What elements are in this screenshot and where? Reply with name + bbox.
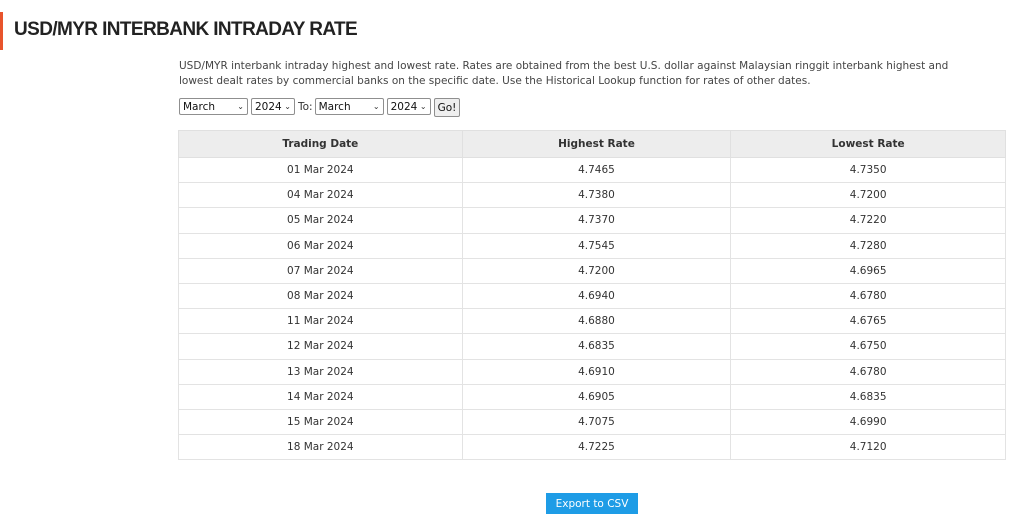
trading-date-cell: 04 Mar 2024 (178, 182, 463, 209)
table-row: 15 Mar 2024 4.7075 4.6990 (178, 408, 1006, 436)
highest-rate-cell: 4.6910 (461, 358, 732, 385)
lowest-rate-cell: 4.6780 (730, 358, 1006, 385)
table-row: 11 Mar 2024 4.6880 4.6765 (178, 308, 1006, 335)
to-month-value: March (318, 100, 351, 113)
trading-date-cell: 15 Mar 2024 (178, 408, 463, 436)
highest-rate-cell: 4.6835 (461, 333, 732, 360)
highest-rate-cell: 4.7200 (461, 257, 732, 284)
lowest-rate-cell: 4.6780 (730, 282, 1006, 310)
to-year-select[interactable]: 2024 ⌄ (386, 98, 431, 115)
lowest-rate-cell: 4.7220 (730, 207, 1006, 234)
highest-rate-cell: 4.7465 (461, 156, 732, 184)
chevron-down-icon: ⌄ (237, 102, 244, 111)
export-csv-button[interactable]: Export to CSV (546, 493, 638, 514)
trading-date-cell: 18 Mar 2024 (178, 434, 463, 461)
from-month-select[interactable]: March ⌄ (179, 98, 248, 115)
table-row: 06 Mar 2024 4.7545 4.7280 (178, 232, 1006, 259)
trading-date-cell: 12 Mar 2024 (178, 333, 463, 360)
table-row: 13 Mar 2024 4.6910 4.6780 (178, 358, 1006, 385)
table-header-row: Trading Date Highest Rate Lowest Rate (178, 130, 1006, 158)
header-trading-date: Trading Date (178, 130, 463, 158)
trading-date-cell: 14 Mar 2024 (178, 383, 463, 410)
lowest-rate-cell: 4.6835 (730, 383, 1006, 410)
trading-date-cell: 06 Mar 2024 (178, 232, 463, 259)
chevron-down-icon: ⌄ (372, 102, 380, 111)
highest-rate-cell: 4.7225 (461, 434, 732, 461)
page-description: USD/MYR interbank intraday highest and l… (179, 60, 949, 87)
table-row: 01 Mar 2024 4.7465 4.7350 (178, 156, 1006, 184)
lowest-rate-cell: 4.6990 (730, 408, 1006, 436)
header-lowest-rate: Lowest Rate (730, 130, 1006, 158)
to-year-value: 2024 (390, 100, 418, 113)
table-row: 14 Mar 2024 4.6905 4.6835 (178, 383, 1006, 410)
lowest-rate-cell: 4.7200 (730, 182, 1006, 209)
lowest-rate-cell: 4.7350 (730, 156, 1006, 184)
chevron-down-icon: ⌄ (284, 102, 291, 111)
trading-date-cell: 07 Mar 2024 (178, 257, 463, 284)
from-year-select[interactable]: 2024 ⌄ (251, 98, 295, 115)
chevron-down-icon: ⌄ (419, 102, 427, 111)
trading-date-cell: 13 Mar 2024 (178, 358, 463, 385)
highest-rate-cell: 4.7370 (461, 207, 732, 234)
trading-date-cell: 01 Mar 2024 (178, 156, 463, 184)
to-label: To: (298, 100, 313, 113)
table-row: 05 Mar 2024 4.7370 4.7220 (178, 207, 1006, 234)
header-highest-rate: Highest Rate (461, 130, 732, 158)
title-accent-bar (0, 12, 3, 50)
table-row: 12 Mar 2024 4.6835 4.6750 (178, 333, 1006, 360)
table-row: 18 Mar 2024 4.7225 4.7120 (178, 434, 1006, 461)
highest-rate-cell: 4.7075 (461, 408, 732, 436)
highest-rate-cell: 4.6905 (461, 383, 732, 410)
lowest-rate-cell: 4.7280 (730, 232, 1006, 259)
trading-date-cell: 05 Mar 2024 (178, 207, 463, 234)
table-row: 04 Mar 2024 4.7380 4.7200 (178, 182, 1006, 209)
from-year-value: 2024 (255, 100, 282, 113)
go-button[interactable]: Go! (433, 98, 461, 117)
table-row: 08 Mar 2024 4.6940 4.6780 (178, 282, 1006, 310)
highest-rate-cell: 4.6940 (461, 282, 732, 310)
highest-rate-cell: 4.7380 (461, 182, 732, 209)
lowest-rate-cell: 4.7120 (730, 434, 1006, 461)
to-month-select[interactable]: March ⌄ (314, 98, 384, 115)
lowest-rate-cell: 4.6965 (730, 257, 1006, 284)
highest-rate-cell: 4.6880 (461, 308, 732, 335)
lowest-rate-cell: 4.6765 (730, 308, 1006, 335)
from-month-value: March (183, 100, 216, 113)
page-title: USD/MYR INTERBANK INTRADAY RATE (14, 19, 358, 40)
highest-rate-cell: 4.7545 (461, 232, 732, 259)
lowest-rate-cell: 4.6750 (730, 333, 1006, 360)
table-row: 07 Mar 2024 4.7200 4.6965 (178, 257, 1006, 284)
rates-table: Trading Date Highest Rate Lowest Rate 01… (178, 130, 1006, 461)
trading-date-cell: 08 Mar 2024 (178, 282, 463, 310)
date-range-filter: March ⌄ 2024 ⌄ To: March ⌄ 2024 ⌄ Go! (179, 96, 461, 117)
trading-date-cell: 11 Mar 2024 (178, 308, 463, 335)
